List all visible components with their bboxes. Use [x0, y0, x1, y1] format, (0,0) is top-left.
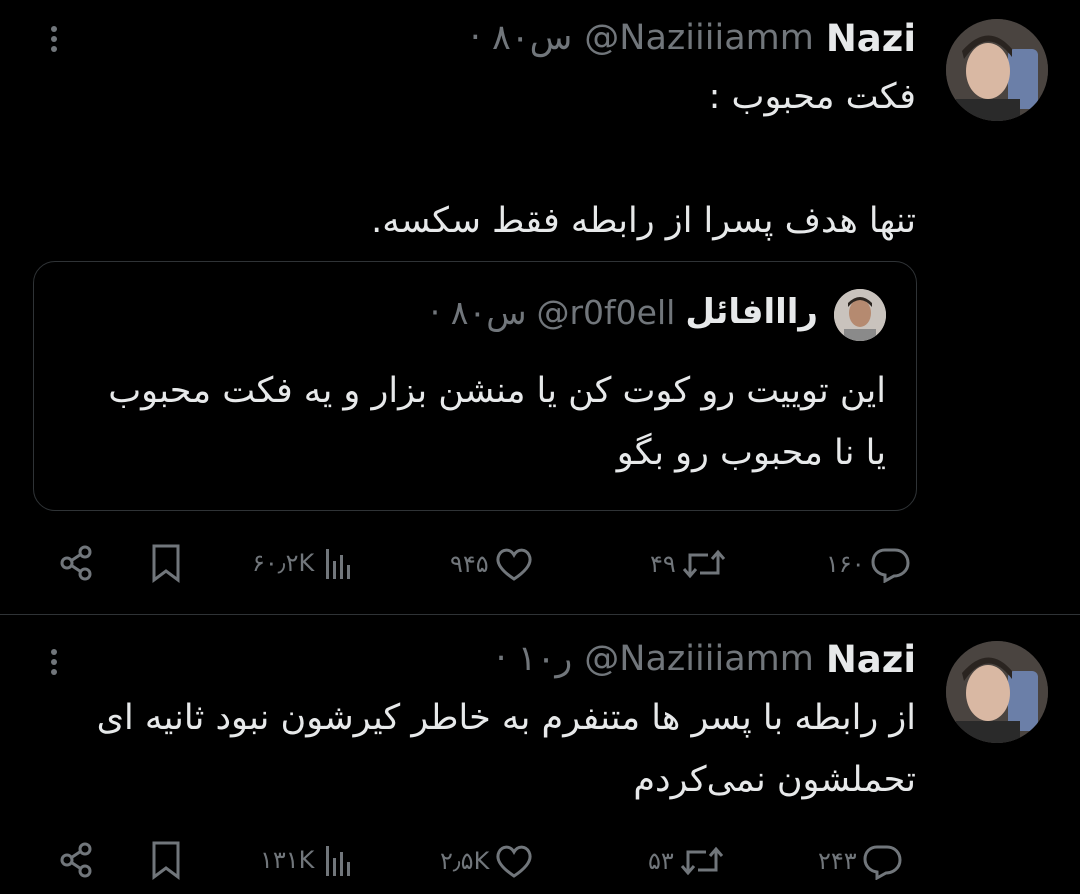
- views-count: ۱۳۱K: [260, 846, 315, 874]
- tweet[interactable]: Nazi @Naziiiiamm · ۱۰ر از رابطه با پسر ه…: [0, 615, 1080, 894]
- tweet[interactable]: Nazi @Naziiiiamm · ۸۰س فکت محبوب : تنها …: [0, 0, 1080, 615]
- share-icon: [60, 545, 92, 581]
- author-handle[interactable]: @Naziiiiamm: [584, 639, 814, 679]
- reply-icon: [863, 845, 902, 880]
- reply-button[interactable]: ۱۶۰: [826, 545, 911, 583]
- tweet-actions: ۶۰٫۲K ۹۴۵ ۴۹ ۱۶۰: [0, 541, 1080, 591]
- retweet-button[interactable]: ۴۹: [650, 545, 728, 583]
- tweet-text: فکت محبوب : تنها هدف پسرا از رابطه فقط س…: [371, 77, 916, 241]
- retweet-button[interactable]: ۵۳: [648, 842, 726, 880]
- avatar[interactable]: [946, 19, 1048, 121]
- share-button[interactable]: [57, 840, 97, 880]
- tweet-actions: ۱۳۱K ۲٫۵K ۵۳ ۲۴۳: [0, 838, 1080, 888]
- quoted-tweet-text: این توییت رو کوت کن یا منشن بزار و یه فک…: [108, 371, 886, 473]
- reply-count: ۲۴۳: [818, 847, 857, 875]
- bookmark-button[interactable]: [147, 840, 185, 880]
- retweet-icon: [682, 549, 725, 579]
- heart-icon: [496, 845, 532, 878]
- author-name[interactable]: Nazi: [826, 638, 916, 681]
- quoted-tweet[interactable]: رااافائل @r0f0ell · ۸۰س این توییت رو کوت…: [33, 261, 917, 511]
- avatar[interactable]: [834, 289, 886, 341]
- views-count: ۶۰٫۲K: [252, 549, 315, 577]
- heart-icon: [496, 548, 532, 581]
- views-button[interactable]: ۶۰٫۲K: [252, 545, 358, 581]
- author-name[interactable]: Nazi: [826, 17, 916, 60]
- more-icon[interactable]: [44, 22, 64, 62]
- retweet-icon: [680, 846, 723, 876]
- reply-icon: [871, 548, 910, 583]
- views-icon: [326, 846, 351, 876]
- quoted-author-handle: @r0f0ell: [536, 292, 676, 332]
- reply-count: ۱۶۰: [826, 550, 865, 578]
- bookmark-icon: [152, 544, 180, 583]
- bookmark-icon: [152, 841, 180, 880]
- views-button[interactable]: ۱۳۱K: [260, 842, 358, 878]
- timestamp[interactable]: · ۱۰ر: [496, 639, 573, 679]
- quoted-tweet-header: رااافائل @r0f0ell · ۸۰س: [430, 292, 818, 332]
- author-handle[interactable]: @Naziiiiamm: [584, 18, 814, 58]
- retweet-count: ۵۳: [648, 847, 674, 875]
- reply-button[interactable]: ۲۴۳: [818, 842, 903, 880]
- timestamp[interactable]: · ۸۰س: [470, 18, 573, 58]
- like-button[interactable]: ۹۴۵: [450, 545, 535, 583]
- quoted-author-name: رااافائل: [685, 292, 818, 332]
- quoted-timestamp: · ۸۰س: [429, 292, 527, 332]
- like-button[interactable]: ۲٫۵K: [440, 842, 535, 880]
- like-count: ۹۴۵: [450, 550, 489, 578]
- like-count: ۲٫۵K: [440, 847, 490, 875]
- share-button[interactable]: [57, 543, 97, 583]
- share-icon: [60, 842, 92, 878]
- more-icon[interactable]: [44, 645, 64, 685]
- tweet-header: Nazi @Naziiiiamm · ۸۰س: [470, 16, 916, 60]
- views-icon: [326, 549, 351, 579]
- tweet-header: Nazi @Naziiiiamm · ۱۰ر: [496, 637, 916, 681]
- bookmark-button[interactable]: [147, 543, 185, 583]
- tweet-text: از رابطه با پسر ها متنفرم به خاطر کیرشون…: [85, 698, 916, 800]
- avatar[interactable]: [946, 641, 1048, 743]
- retweet-count: ۴۹: [650, 550, 676, 578]
